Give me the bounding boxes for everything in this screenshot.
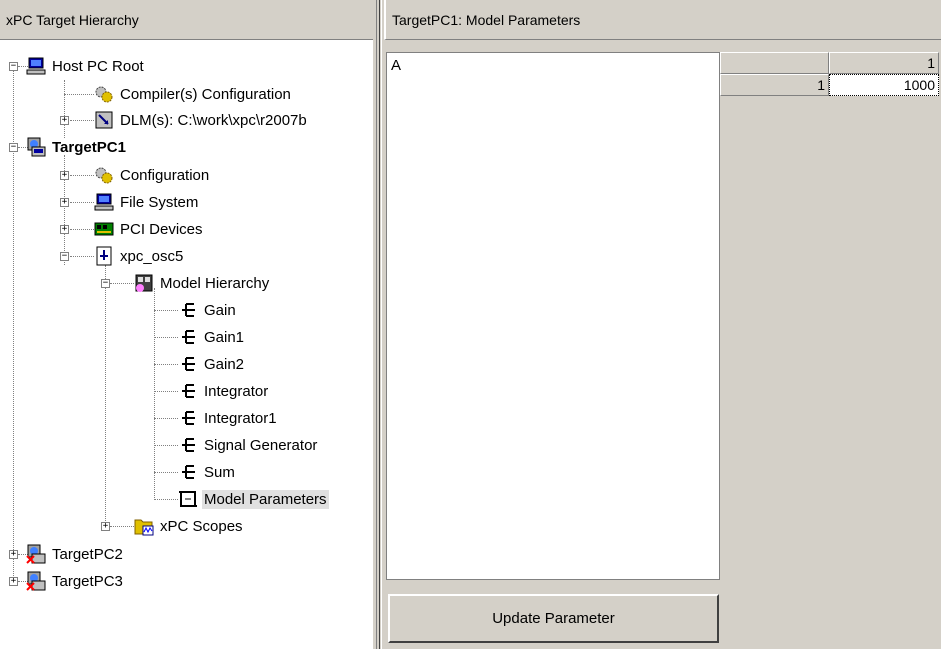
target-pc-disconnected-icon [26,544,46,564]
tree-item-gain2[interactable]: Gain2 [178,352,246,376]
collapse-host-pc-root[interactable]: − [9,62,18,71]
parameters-pane-title: TargetPC1: Model Parameters [384,0,941,40]
block-icon [178,381,198,401]
block-icon [178,462,198,482]
tree-item-targetpc1[interactable]: TargetPC1 [26,135,128,159]
tree-item-xpc-scopes[interactable]: xPC Scopes [134,514,245,538]
dlm-icon [94,110,114,130]
pane-splitter[interactable] [373,0,384,649]
tree-item-targetpc2[interactable]: TargetPC2 [26,542,125,566]
computer-icon [26,56,46,76]
tree-item-integrator1[interactable]: Integrator1 [178,406,279,430]
model-file-icon [94,246,114,266]
tree-item-gain1[interactable]: Gain1 [178,325,246,349]
computer-icon [94,192,114,212]
tree-item-dlm[interactable]: DLM(s): C:\work\xpc\r2007b [94,108,309,132]
hierarchy-pane-title: xPC Target Hierarchy [0,0,373,40]
grid-column-header: 1 [829,52,939,74]
parameter-name[interactable]: A [391,57,401,74]
tree-item-model-hierarchy[interactable]: Model Hierarchy [134,271,271,295]
expand-file-system[interactable]: + [60,198,69,207]
tree-item-sum[interactable]: Sum [178,460,237,484]
expand-dlm[interactable]: + [60,116,69,125]
target-pc-icon [26,137,46,157]
update-parameter-button[interactable]: Update Parameter [388,594,719,643]
tree-item-pci-devices[interactable]: PCI Devices [94,217,205,241]
tree-item-compiler-configuration[interactable]: Compiler(s) Configuration [94,82,293,106]
block-icon [178,408,198,428]
parameter-value-grid[interactable]: 1 1 1000 [720,52,941,580]
gears-icon [94,165,114,185]
tree-item-host-pc-root[interactable]: Host PC Root [26,54,146,78]
tree-item-xpc-osc5[interactable]: xpc_osc5 [94,244,185,268]
collapse-targetpc1[interactable]: − [9,143,18,152]
collapse-model-hierarchy[interactable]: − [101,279,110,288]
parameter-value-cell[interactable]: 1000 [829,74,939,96]
block-icon [178,327,198,347]
block-icon [178,354,198,374]
tree-item-configuration[interactable]: Configuration [94,163,211,187]
expand-xpc-scopes[interactable]: + [101,522,110,531]
expand-configuration[interactable]: + [60,171,69,180]
expand-targetpc3[interactable]: + [9,577,18,586]
parameter-list[interactable]: A [386,52,720,580]
tree-item-model-parameters[interactable]: Model Parameters [178,487,329,511]
expand-pci-devices[interactable]: + [60,225,69,234]
expand-targetpc2[interactable]: + [9,550,18,559]
block-icon [178,435,198,455]
block-icon [178,300,198,320]
gears-icon [94,84,114,104]
tree-item-signal-generator[interactable]: Signal Generator [178,433,319,457]
tree-item-integrator[interactable]: Integrator [178,379,270,403]
parameters-icon [178,489,198,509]
model-hierarchy-icon [134,273,154,293]
collapse-xpc-osc5[interactable]: − [60,252,69,261]
grid-row-header: 1 [720,74,829,96]
tree-item-targetpc3[interactable]: TargetPC3 [26,569,125,593]
folder-scope-icon [134,516,154,536]
tree-item-gain[interactable]: Gain [178,298,238,322]
target-pc-disconnected-icon [26,571,46,591]
hierarchy-tree[interactable]: − + − + + + − − + + + Host PC Root Compi… [0,40,373,649]
pci-card-icon [94,219,114,239]
tree-item-file-system[interactable]: File System [94,190,200,214]
grid-corner-cell [720,52,829,74]
